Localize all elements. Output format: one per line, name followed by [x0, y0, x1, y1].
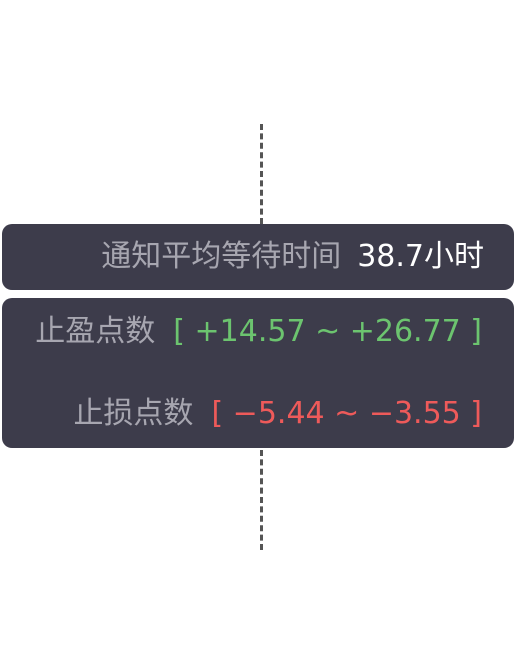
take-profit-range: [ +14.57 ~ +26.77 ] [173, 314, 482, 349]
average-wait-time-row: 通知平均等待时间 38.7小时 [101, 237, 484, 277]
average-wait-time-card: 通知平均等待时间 38.7小时 [2, 224, 514, 290]
stop-loss-row: 止损点数 [ −5.44 ~ −3.55 ] [73, 394, 482, 434]
dashed-connector-bottom [260, 450, 263, 550]
stop-loss-label: 止损点数 [73, 396, 194, 431]
dashed-connector-top [260, 124, 263, 224]
take-profit-row: 止盈点数 [ +14.57 ~ +26.77 ] [35, 312, 482, 352]
average-wait-time-value: 38.7小时 [357, 239, 484, 274]
profit-loss-range-card: 止盈点数 [ +14.57 ~ +26.77 ] 止损点数 [ −5.44 ~ … [2, 298, 514, 448]
average-wait-time-label: 通知平均等待时间 [101, 239, 342, 274]
stop-loss-range: [ −5.44 ~ −3.55 ] [211, 396, 482, 431]
take-profit-label: 止盈点数 [35, 314, 156, 349]
